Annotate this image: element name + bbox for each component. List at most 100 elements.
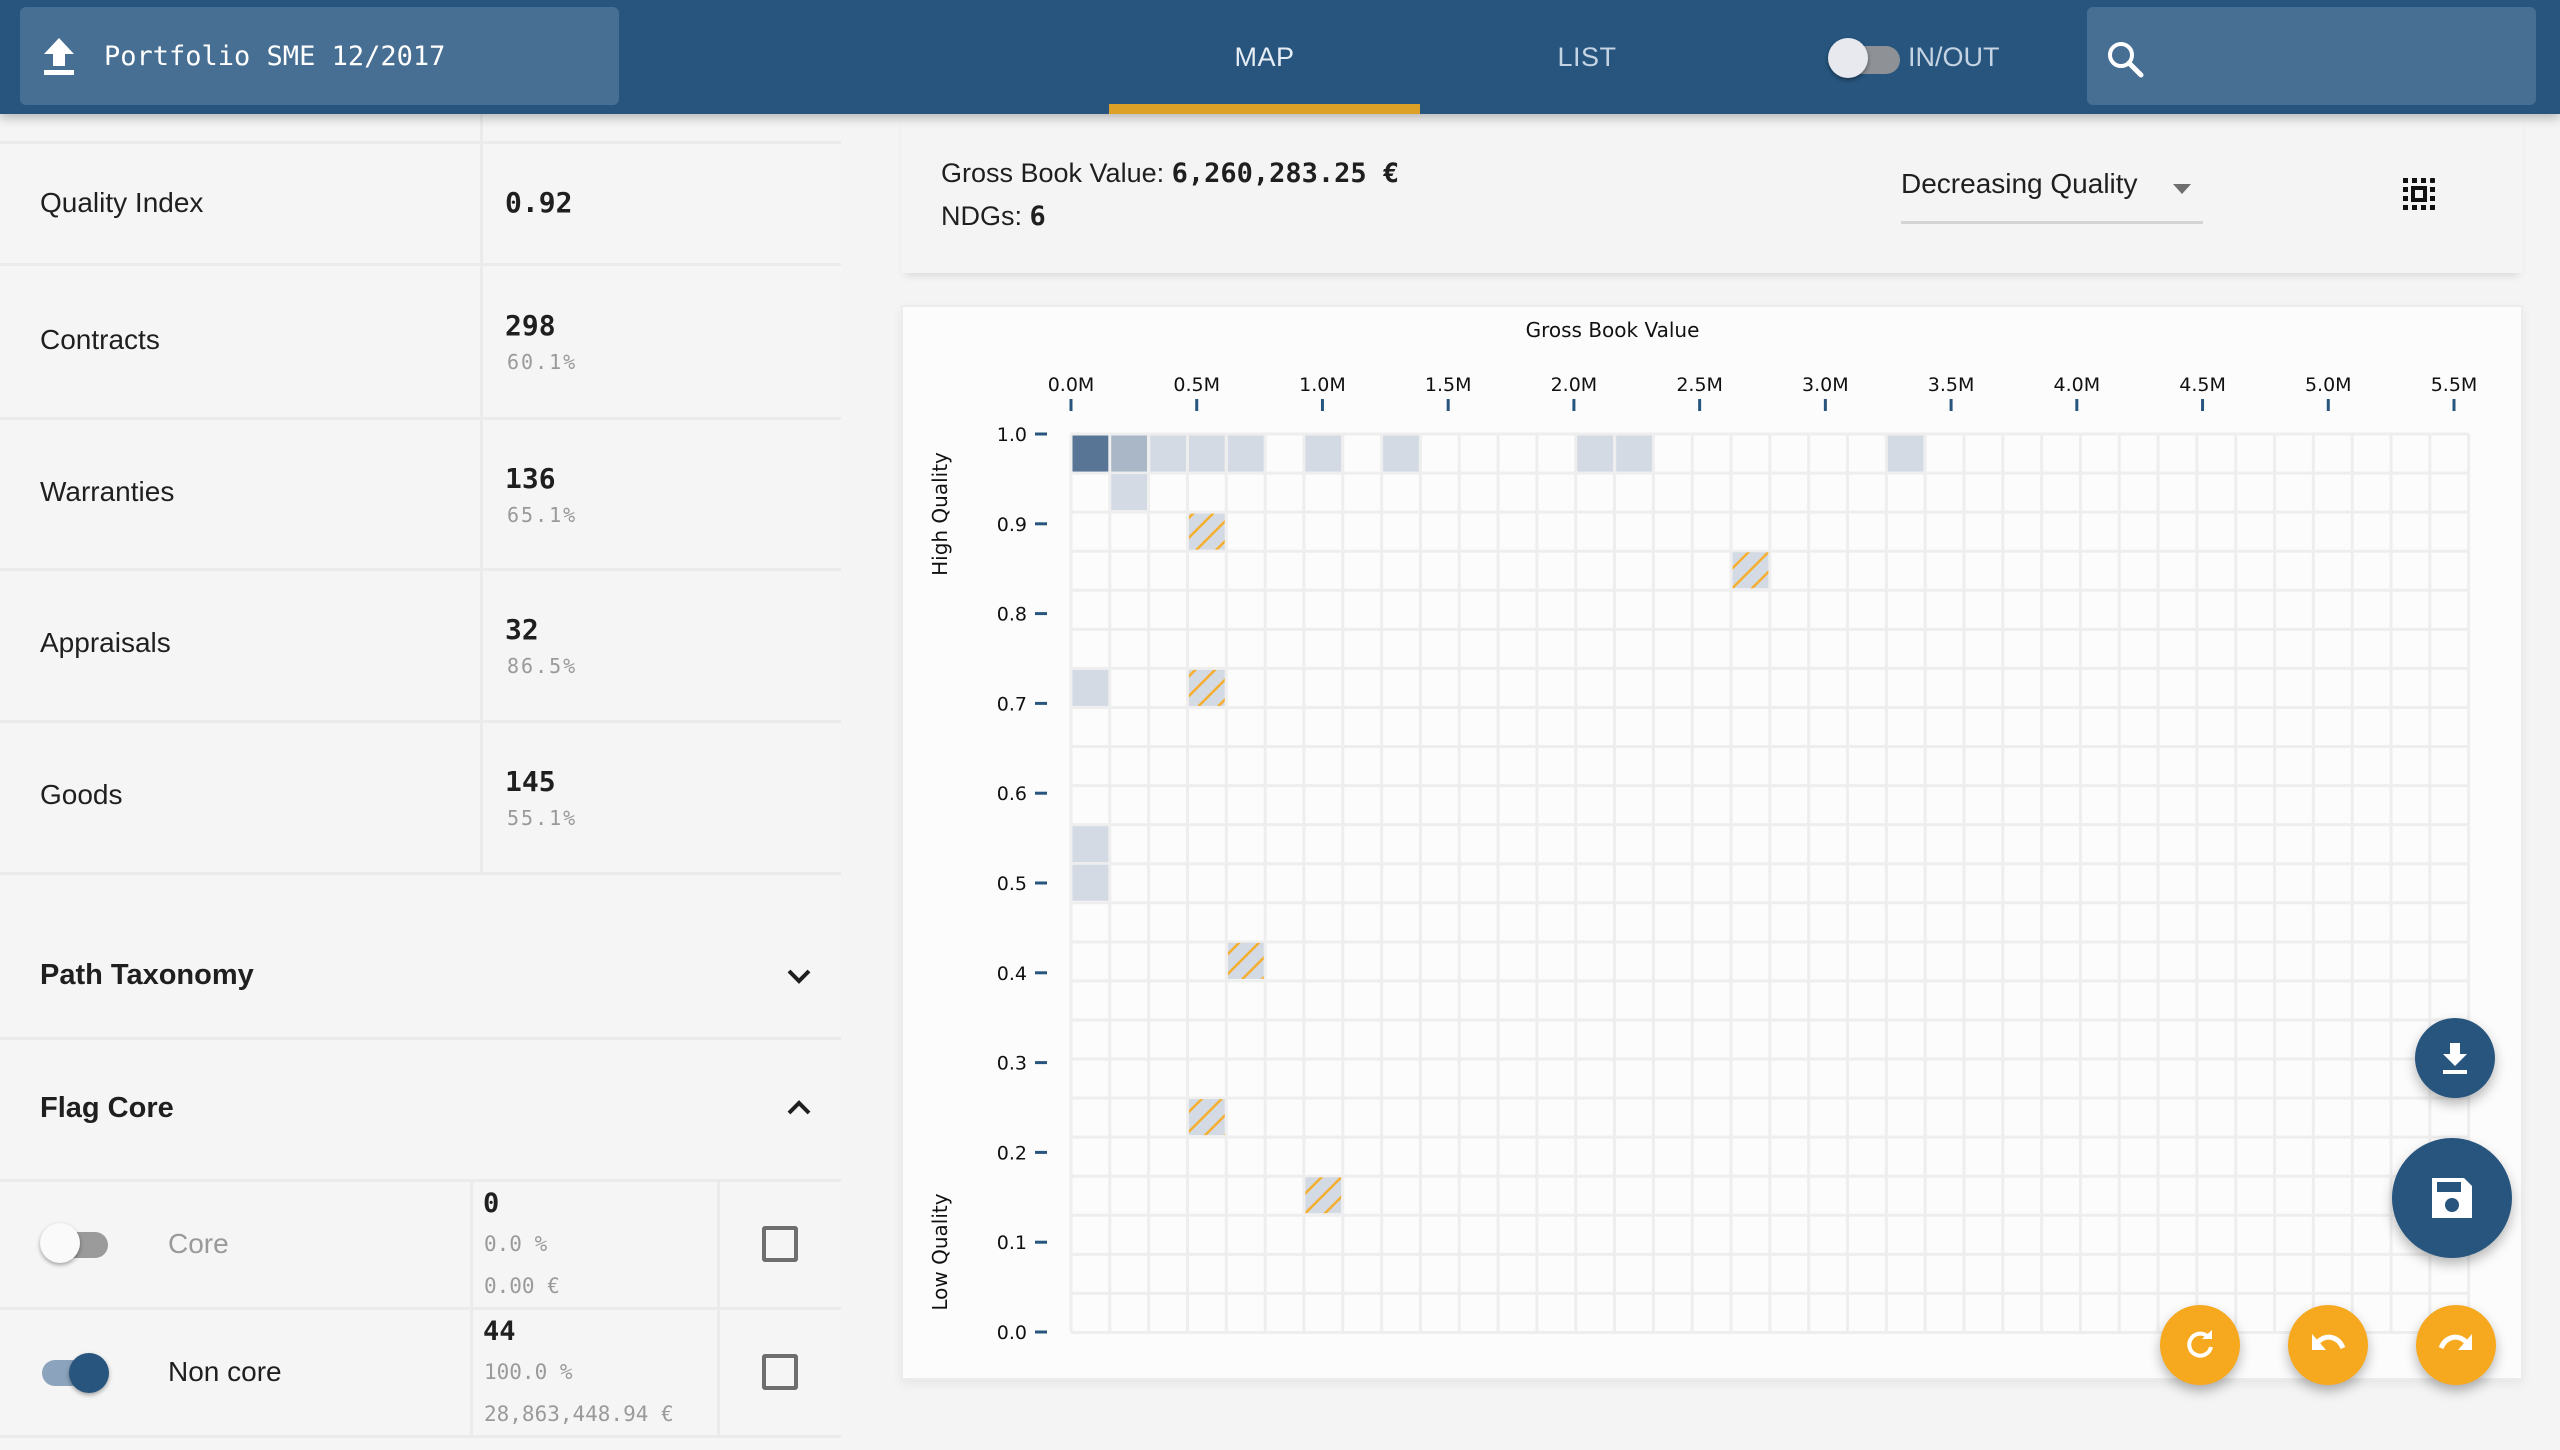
search-icon <box>2108 42 2144 78</box>
stat-percent: 86.5% <box>507 654 578 678</box>
redo-button[interactable] <box>2416 1305 2496 1385</box>
x-tick-label: 4.0M <box>2054 374 2101 396</box>
heatmap-cell <box>1072 864 1109 901</box>
stat-label: Goods <box>40 779 123 810</box>
x-tick-label: 0.0M <box>1048 374 1095 396</box>
flag-label: Non core <box>168 1356 282 1387</box>
y-tick-label: 0.3 <box>997 1053 1027 1075</box>
section-path-taxonomy[interactable]: Path Taxonomy <box>0 914 841 1040</box>
section-title: Path Taxonomy <box>40 959 254 991</box>
non-core-checkbox[interactable] <box>762 1354 798 1390</box>
heatmap-cell-selected <box>1188 669 1225 706</box>
stat-label: Warranties <box>40 476 175 507</box>
value-column: 298 60.1% <box>480 266 841 417</box>
x-tick-label: 1.5M <box>1425 374 1472 396</box>
y-tick-label: 0.4 <box>997 963 1027 985</box>
value-column: 145 55.1% <box>480 723 841 872</box>
flag-amount: 28,863,448.94 € <box>484 1402 674 1426</box>
inout-toggle[interactable] <box>1826 33 1902 81</box>
heatmap-cell-selected <box>1188 1099 1225 1136</box>
inout-label: IN/OUT <box>1908 42 2000 72</box>
stat-percent: 55.1% <box>507 806 578 830</box>
refresh-button[interactable] <box>2160 1305 2240 1385</box>
heatmap-cell <box>1887 435 1924 472</box>
heatmap-cell-selected <box>1188 513 1225 550</box>
save-button[interactable] <box>2392 1138 2512 1258</box>
flag-values: 44 100.0 % 28,863,448.94 € <box>470 1310 720 1435</box>
summary-bar: Gross Book Value: 6,260,283.25 € NDGs: 6… <box>901 114 2523 273</box>
undo-button[interactable] <box>2288 1305 2368 1385</box>
heatmap-cell <box>1577 435 1613 472</box>
gbv-value: 6,260,283.25 € <box>1171 158 1400 189</box>
x-tick-label: 4.5M <box>2179 374 2226 396</box>
x-tick-label: 3.0M <box>1802 374 1849 396</box>
download-icon <box>2443 1043 2467 1074</box>
stat-label: Contracts <box>40 324 160 355</box>
stat-value: 0.92 <box>505 186 573 219</box>
heatmap-chart[interactable]: Gross Book Value 0.0M 0.5M 1.0M 1.5M 2.0M 2.5… <box>903 307 2521 1378</box>
value-column: 136 65.1% <box>480 420 841 568</box>
y-tick-label: 0.0 <box>997 1322 1027 1344</box>
flag-count: 0 <box>483 1188 500 1219</box>
flag-row-non-core: Non core 44 100.0 % 28,863,448.94 € <box>0 1310 841 1438</box>
stat-value: 145 <box>505 765 556 798</box>
x-tick-label: 5.5M <box>2431 374 2478 396</box>
stat-row-goods: Goods 145 55.1% <box>0 723 841 875</box>
tab-map[interactable]: MAP <box>1109 0 1420 114</box>
flag-percent: 100.0 % <box>484 1360 573 1384</box>
ndg-value: 6 <box>1029 201 1046 232</box>
heatmap-cell <box>1072 826 1109 863</box>
filter-panel: Quality Index 0.92 Contracts 298 60.1% W… <box>0 114 841 1450</box>
heatmap-cell-selected <box>1305 1177 1342 1214</box>
sort-selected-value: Decreasing Quality <box>1901 168 2138 199</box>
download-button[interactable] <box>2415 1018 2495 1098</box>
ndg-label: NDGs: <box>941 201 1030 231</box>
tab-list[interactable]: LIST <box>1430 0 1744 114</box>
chevron-down-icon[interactable] <box>785 962 813 990</box>
y-tick-label: 0.9 <box>997 514 1027 536</box>
flag-row-core: Core 0 0.0 % 0.00 € <box>0 1182 841 1310</box>
select-all-icon[interactable] <box>2401 176 2439 214</box>
gross-book-value: Gross Book Value: 6,260,283.25 € <box>941 158 1399 189</box>
flag-amount: 0.00 € <box>484 1274 560 1298</box>
stat-row-contracts: Contracts 298 60.1% <box>0 266 841 420</box>
heatmap-cell-selected <box>1227 942 1264 979</box>
value-column <box>480 114 841 141</box>
x-axis-title: Gross Book Value <box>1526 318 1700 342</box>
flag-percent: 0.0 % <box>484 1232 548 1256</box>
chevron-up-icon[interactable] <box>785 1094 813 1122</box>
heatmap-cell <box>1616 435 1652 472</box>
heatmap-cell <box>1227 435 1264 472</box>
heatmap-cell <box>1383 435 1419 472</box>
heatmap-cell <box>1072 435 1109 472</box>
top-bar: Portfolio SME 12/2017 MAP LIST IN/OUT <box>0 0 2560 114</box>
y-axis: 1.0 0.9 0.8 0.7 0.6 0.5 0.4 0.3 0.2 0.1 0.0 <box>997 424 1047 1344</box>
undo-icon <box>2312 1334 2346 1350</box>
x-tick-label: 2.0M <box>1551 374 1598 396</box>
stat-row-partial <box>0 114 841 144</box>
stat-value: 136 <box>505 462 556 495</box>
stat-label: Appraisals <box>40 627 171 658</box>
y-tick-label: 0.8 <box>997 604 1027 626</box>
heatmap-cell <box>1072 669 1109 706</box>
switch-thumb <box>69 1353 109 1393</box>
ndg-count: NDGs: 6 <box>941 201 1046 232</box>
stat-value: 298 <box>505 309 556 342</box>
gbv-label: Gross Book Value: <box>941 158 1172 188</box>
y-tick-label: 0.2 <box>997 1142 1027 1164</box>
toggle-thumb <box>1828 38 1868 78</box>
x-axis: 0.0M 0.5M 1.0M 1.5M 2.0M 2.5M 3.0M 3.5M 4.0M 4.5M… <box>1048 374 2478 411</box>
portfolio-selector[interactable]: Portfolio SME 12/2017 <box>20 7 619 105</box>
section-flag-core[interactable]: Flag Core <box>0 1040 841 1182</box>
core-checkbox[interactable] <box>762 1226 798 1262</box>
sort-select[interactable]: Decreasing Quality <box>1901 164 2203 224</box>
value-column: 0.92 <box>480 144 841 263</box>
stat-row-warranties: Warranties 136 65.1% <box>0 420 841 571</box>
search-input[interactable] <box>2087 7 2536 105</box>
non-core-switch[interactable] <box>40 1351 110 1397</box>
heatmap-cell <box>1111 474 1148 511</box>
core-switch[interactable] <box>40 1223 110 1269</box>
flag-count: 44 <box>483 1316 516 1347</box>
save-icon <box>2432 1178 2472 1218</box>
heatmap-cell <box>1188 435 1225 472</box>
